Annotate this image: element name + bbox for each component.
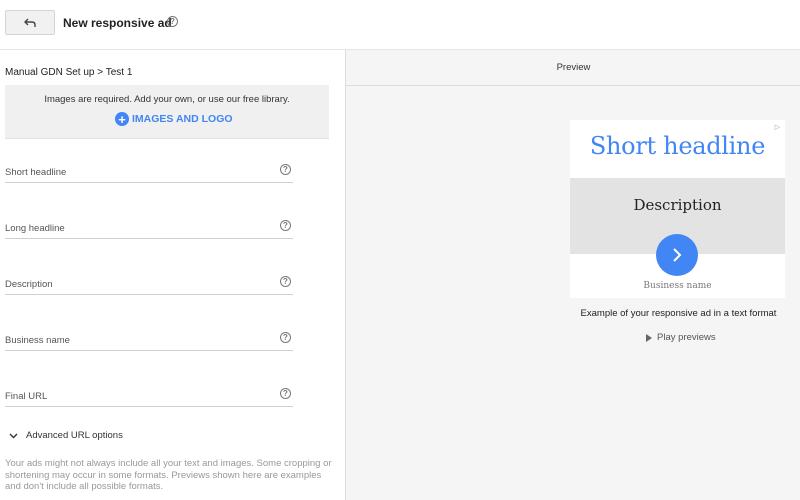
advanced-url-options-label: Advanced URL options [26, 430, 123, 441]
ad-choices-icon[interactable]: ▷ [772, 121, 783, 132]
field-label: Short headline [5, 167, 67, 178]
preview-panel: Preview ▷ Short headline Description Bus… [345, 50, 800, 500]
field-label: Business name [5, 335, 70, 346]
preview-caption: Example of your responsive ad in a text … [580, 308, 777, 319]
play-previews-button[interactable]: Play previews [646, 332, 716, 343]
final-url-field[interactable]: Final URL ? [5, 383, 293, 407]
chevron-down-icon [9, 433, 18, 438]
page-title: New responsive ad [63, 16, 172, 30]
help-icon[interactable]: ? [167, 16, 178, 27]
images-section: Images are required. Add your own, or us… [5, 85, 329, 139]
advanced-url-options-toggle[interactable]: Advanced URL options [9, 430, 123, 441]
business-name-field[interactable]: Business name ? [5, 327, 293, 351]
ad-business-name: Business name [643, 281, 712, 291]
field-label: Description [5, 279, 53, 290]
ad-description: Description [633, 196, 722, 214]
ad-arrow-button[interactable] [656, 234, 698, 276]
images-and-logo-label: IMAGES AND LOGO [132, 113, 233, 125]
images-and-logo-button[interactable]: + IMAGES AND LOGO [115, 112, 233, 126]
help-icon[interactable]: ? [280, 220, 291, 231]
help-icon[interactable]: ? [280, 164, 291, 175]
ad-preview-card: ▷ Short headline Description Business na… [570, 120, 785, 298]
help-icon[interactable]: ? [280, 388, 291, 399]
long-headline-field[interactable]: Long headline ? [5, 215, 293, 239]
field-label: Final URL [5, 391, 48, 402]
help-icon[interactable]: ? [280, 332, 291, 343]
preview-header: Preview [346, 50, 800, 86]
ad-description-area: Description [570, 178, 785, 276]
plus-circle-icon: + [115, 112, 129, 126]
play-icon [646, 333, 652, 342]
field-label: Long headline [5, 223, 65, 234]
back-button[interactable] [5, 10, 55, 35]
format-disclaimer: Your ads might not always include all yo… [5, 458, 332, 492]
images-required-text: Images are required. Add your own, or us… [44, 94, 290, 105]
breadcrumb: Manual GDN Set up > Test 1 [5, 67, 133, 78]
play-previews-label: Play previews [657, 332, 716, 343]
short-headline-field[interactable]: Short headline ? [5, 159, 293, 183]
back-arrow-icon [24, 18, 36, 27]
help-icon[interactable]: ? [280, 276, 291, 287]
ad-headline: Short headline [589, 132, 766, 160]
form-panel: Manual GDN Set up > Test 1 Images are re… [0, 50, 345, 500]
description-field[interactable]: Description ? [5, 271, 293, 295]
chevron-right-icon [673, 248, 682, 262]
top-bar: New responsive ad ? [0, 0, 800, 50]
